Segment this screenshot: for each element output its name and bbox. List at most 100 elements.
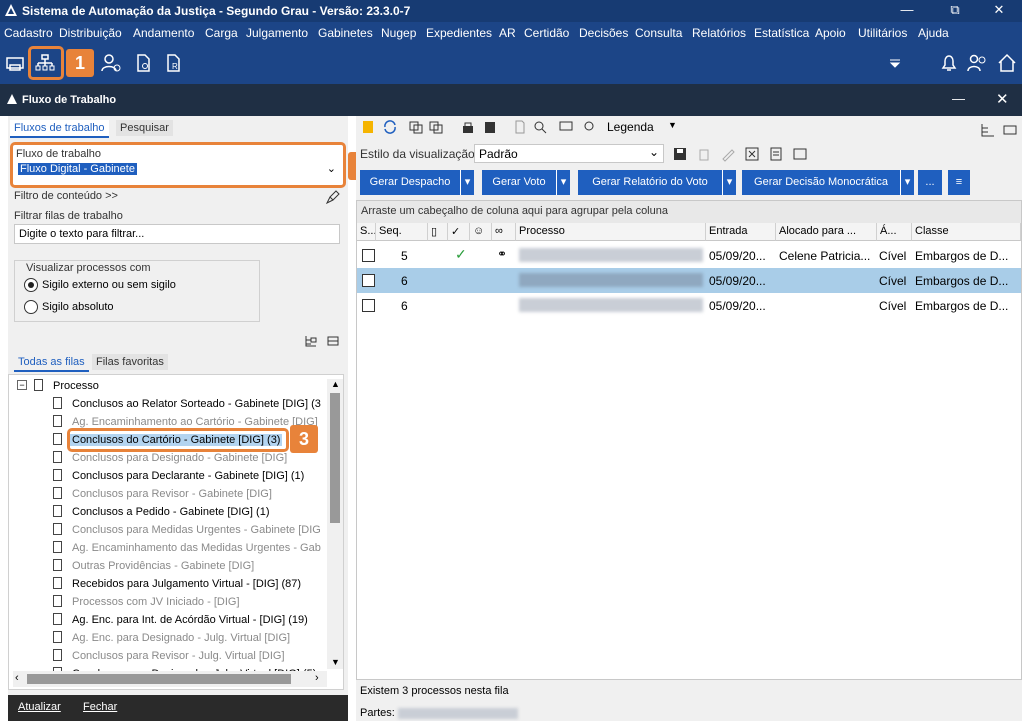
col-link[interactable]: ∞ [492, 223, 516, 241]
edit-icon[interactable] [720, 146, 736, 162]
scrollbar-thumb[interactable] [330, 393, 340, 523]
users-icon[interactable] [966, 52, 988, 74]
tree-item[interactable]: Ag. Enc. para Int. de Acórdão Virtual - … [9, 611, 329, 629]
tree-horizontal-scrollbar[interactable]: ‹ › [13, 671, 327, 687]
more-actions-button[interactable]: ... [918, 170, 942, 195]
message-icon[interactable] [558, 119, 574, 135]
overflow-menu-button[interactable]: ≡ [948, 170, 970, 195]
tab-filas-favoritas[interactable]: Filas favoritas [92, 354, 168, 370]
atualizar-button[interactable]: Atualizar [18, 701, 61, 713]
menu-gabinetes[interactable]: Gabinetes [318, 26, 373, 40]
tree-item[interactable]: Conclusos para Revisor - Julg. Virtual [… [9, 647, 329, 665]
gerar-relatorio-voto-dropdown[interactable]: ▾ [722, 170, 736, 195]
print-preview-icon[interactable] [792, 146, 808, 162]
menu-certidao[interactable]: Certidão [524, 26, 569, 40]
menu-julgamento[interactable]: Julgamento [246, 26, 308, 40]
collapse-toggle-icon[interactable]: − [17, 380, 27, 390]
menu-carga[interactable]: Carga [205, 26, 238, 40]
brush-icon[interactable] [326, 190, 340, 204]
col-seq[interactable]: Seq. [376, 223, 428, 241]
tree-collapse-icon[interactable] [326, 334, 340, 348]
delete-icon[interactable] [696, 146, 712, 162]
row-checkbox[interactable] [362, 249, 375, 262]
table-row[interactable]: 5 ✓ ⚭ 05/09/20... Celene Patricia... Cív… [357, 243, 1021, 268]
menu-estatistica[interactable]: Estatística [754, 26, 809, 40]
menu-consulta[interactable]: Consulta [635, 26, 682, 40]
minimize-button[interactable]: — [884, 0, 930, 22]
tree-item[interactable]: Conclusos para Designado - Gabinete [DIG… [9, 449, 329, 467]
export-doc-icon[interactable] [768, 146, 784, 162]
menu-apoio[interactable]: Apoio [815, 26, 846, 40]
menu-cadastro[interactable]: Cadastro [4, 26, 53, 40]
tree-item[interactable]: Conclusos para Revisor - Gabinete [DIG] [9, 485, 329, 503]
tree-root-processo[interactable]: − Processo [9, 377, 329, 395]
tree-view-icon[interactable] [980, 122, 996, 138]
tree-expand-icon[interactable] [304, 334, 318, 348]
tree-item[interactable]: Ag. Enc. para Designado - Julg. Virtual … [9, 629, 329, 647]
legenda-caret-icon[interactable]: ▼ [668, 120, 677, 130]
fluxo-select[interactable]: Fluxo Digital - Gabinete ⌄ [16, 162, 340, 180]
gerar-decisao-button[interactable]: Gerar Decisão Monocrática [742, 170, 900, 195]
printer-icon[interactable] [4, 52, 26, 74]
col-bookmark[interactable]: ▯ [428, 223, 448, 241]
close-window-button[interactable]: ✕ [976, 0, 1022, 22]
export-excel-icon[interactable] [744, 146, 760, 162]
document-share-icon[interactable] [512, 119, 528, 135]
fechar-button[interactable]: Fechar [83, 701, 117, 713]
gerar-voto-dropdown[interactable]: ▾ [556, 170, 570, 195]
filtro-conteudo-link[interactable]: Filtro de conteúdo >> [14, 190, 118, 202]
home-icon[interactable] [996, 52, 1018, 74]
legenda-dropdown[interactable]: Legenda [607, 120, 654, 134]
gerar-despacho-button[interactable]: Gerar Despacho [360, 170, 460, 195]
col-people[interactable]: ☺ [470, 223, 492, 241]
tree-item[interactable]: Processos com JV Iniciado - [DIG] [9, 593, 329, 611]
list-view-icon[interactable] [1002, 122, 1018, 138]
estilo-select[interactable]: Padrão ⌄ [474, 144, 664, 163]
bookmark-icon[interactable] [360, 119, 376, 135]
col-alocado[interactable]: Alocado para ... [776, 223, 877, 241]
tab-todas-filas[interactable]: Todas as filas [14, 354, 89, 372]
col-processo[interactable]: Processo [516, 223, 706, 241]
copy-icon[interactable] [408, 119, 424, 135]
row-checkbox[interactable] [362, 274, 375, 287]
refresh-icon[interactable] [382, 119, 398, 135]
col-area[interactable]: Á... [877, 223, 912, 241]
tree-vertical-scrollbar[interactable]: ▲ ▼ [327, 379, 343, 669]
col-entrada[interactable]: Entrada [706, 223, 776, 241]
lock-document-icon[interactable] [460, 119, 476, 135]
gerar-voto-button[interactable]: Gerar Voto [482, 170, 556, 195]
col-classe[interactable]: Classe [912, 223, 1021, 241]
user-settings-icon[interactable] [100, 52, 122, 74]
panel-minimize-button[interactable]: — [952, 91, 965, 106]
col-status[interactable]: S... [357, 223, 376, 241]
scroll-right-icon[interactable]: › [315, 672, 319, 684]
copy-all-icon[interactable] [428, 119, 444, 135]
gerar-relatorio-voto-button[interactable]: Gerar Relatório do Voto [578, 170, 722, 195]
tag-icon[interactable] [580, 119, 596, 135]
scroll-up-icon[interactable]: ▲ [331, 379, 340, 389]
unlock-document-icon[interactable] [482, 119, 498, 135]
menu-andamento[interactable]: Andamento [133, 26, 194, 40]
tab-pesquisar[interactable]: Pesquisar [116, 120, 173, 136]
dropdown-arrow-icon[interactable] [884, 52, 906, 74]
tree-item[interactable]: Ag. Encaminhamento das Medidas Urgentes … [9, 539, 329, 557]
document-search-icon[interactable] [132, 52, 154, 74]
save-icon[interactable] [672, 146, 688, 162]
menu-decisoes[interactable]: Decisões [579, 26, 628, 40]
menu-nugep[interactable]: Nugep [381, 26, 416, 40]
tree-item[interactable]: Recebidos para Julgamento Virtual - [DIG… [9, 575, 329, 593]
menu-utilitarios[interactable]: Utilitários [858, 26, 907, 40]
col-check[interactable]: ✓ [448, 223, 470, 241]
scroll-down-icon[interactable]: ▼ [331, 657, 340, 667]
tree-item[interactable]: Conclusos para Medidas Urgentes - Gabine… [9, 521, 329, 539]
search-person-icon[interactable] [532, 119, 548, 135]
tree-item[interactable]: Conclusos para Declarante - Gabinete [DI… [9, 467, 329, 485]
table-row[interactable]: 6 05/09/20... Cível Embargos de D... [357, 293, 1021, 318]
radio-sigilo-externo[interactable] [24, 278, 38, 292]
tree-item[interactable]: Conclusos a Pedido - Gabinete [DIG] (1) [9, 503, 329, 521]
radio-sigilo-absoluto[interactable] [24, 300, 38, 314]
menu-ar[interactable]: AR [499, 26, 516, 40]
tree-item[interactable]: Conclusos ao Relator Sorteado - Gabinete… [9, 395, 329, 413]
menu-relatorios[interactable]: Relatórios [692, 26, 746, 40]
scroll-left-icon[interactable]: ‹ [15, 672, 19, 684]
